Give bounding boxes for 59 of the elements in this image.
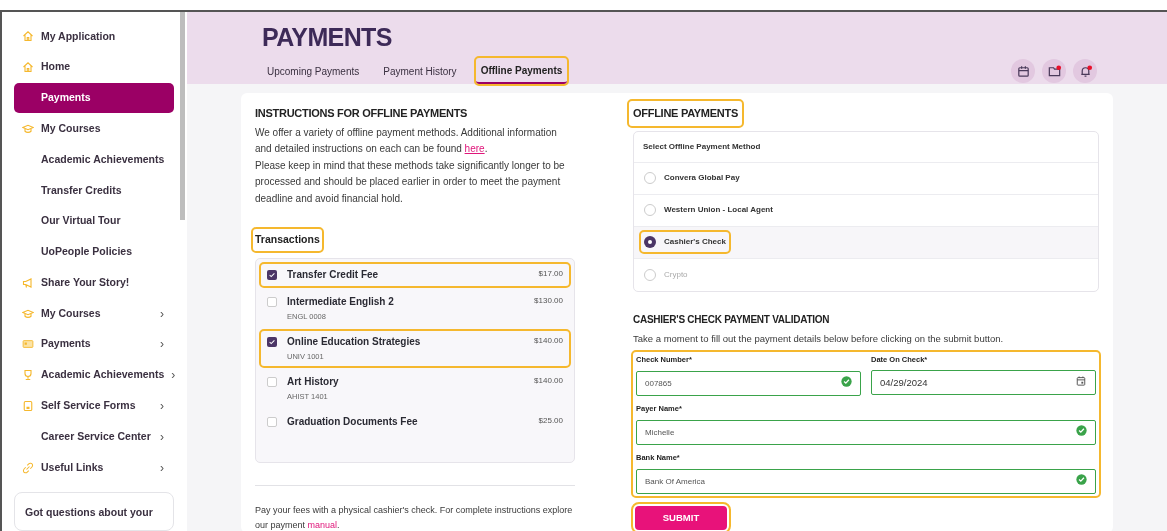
chevron-icon: › (160, 335, 166, 354)
sidebar-item[interactable]: My Courses (14, 113, 174, 145)
sidebar-item[interactable]: Academic Achievements (14, 144, 174, 175)
tab[interactable]: Payment History (378, 58, 462, 84)
amount: $140.00 (534, 374, 563, 387)
sidebar-item[interactable]: Transfer Credits (14, 175, 174, 206)
transaction-name: Art History (287, 374, 340, 389)
transaction-row[interactable]: Graduation Documents Fee $25.00 (261, 410, 569, 433)
option-label: Cashier's Check (664, 236, 726, 248)
panel-header: Select Offline Payment Method (634, 131, 1098, 163)
input-field[interactable]: 007865 (636, 370, 861, 396)
transaction-name: Transfer Credit Fee (287, 267, 380, 282)
sidebar-item[interactable]: My Application (14, 21, 174, 52)
input-field[interactable]: 04/29/2024 (871, 369, 1096, 395)
sidebar-item[interactable]: UoPeople Policies (14, 236, 174, 268)
description-text: Take a moment to fill out the payment details below before clicking on the submit button. (633, 331, 1005, 346)
chevron-icon: › (160, 304, 166, 323)
chevron-icon: › (160, 396, 166, 415)
help-card: Got questions about your (14, 491, 174, 531)
sidebar-item[interactable]: My Courses › (14, 298, 174, 329)
sidebar-item[interactable]: Home (14, 51, 174, 83)
section-heading: OFFLINE PAYMENTS (629, 101, 742, 126)
section-heading: INSTRUCTIONS FOR OFFLINE PAYMENTS (255, 106, 468, 121)
transactions-heading: Transactions (253, 229, 322, 251)
sidebar-item[interactable]: Academic Achievements › (14, 359, 174, 391)
sidebar-item[interactable]: Useful Links › (14, 452, 174, 483)
radio-option[interactable]: Cashier's Check (641, 232, 729, 252)
chevron-icon: › (171, 366, 178, 385)
section-heading: CASHIER'S CHECK PAYMENT VALIDATION (633, 312, 830, 327)
amount: $17.00 (538, 267, 563, 280)
sidebar-item[interactable]: Career Service Center › (14, 421, 174, 453)
chevron-icon: › (160, 427, 166, 446)
instructions-text: We offer a variety of offline payment methods. Additional information and detailed instructions on each can be found here. (255, 125, 558, 156)
sidebar-item[interactable]: Payments (14, 82, 174, 114)
page-title: PAYMENTS (262, 22, 392, 52)
radio-option[interactable]: Western Union - Local Agent (641, 200, 776, 220)
option-label: Convera Global Pay (664, 172, 740, 184)
input-field[interactable]: Bank Of America (636, 468, 1096, 494)
amount: $140.00 (534, 334, 563, 347)
radio-option[interactable]: Convera Global Pay (641, 168, 743, 188)
transaction-name: Graduation Documents Fee (287, 414, 419, 429)
input-field[interactable]: Michelle (636, 419, 1096, 445)
transaction-row[interactable]: Transfer Credit Fee $17.00 (261, 263, 569, 286)
tab[interactable]: Offline Payments (475, 58, 568, 84)
footer-text: Pay your fees with a physical cashier's check. For complete instructions explore our payment manual. (255, 504, 574, 531)
amount: $25.00 (538, 414, 563, 427)
chevron-icon: › (160, 458, 166, 477)
sidebar-item[interactable]: Share Your Story! (14, 267, 174, 299)
here-link[interactable]: here (464, 143, 485, 154)
tab[interactable]: Upcoming Payments (262, 58, 365, 84)
sidebar-item[interactable]: Self Service Forms › (14, 390, 174, 422)
option-label: Western Union - Local Agent (664, 204, 773, 216)
sidebar-item[interactable]: Payments › (14, 328, 174, 360)
transaction-name: Intermediate English 2 (287, 294, 395, 309)
transaction-name: Online Education Strategies (287, 334, 422, 349)
amount: $130.00 (534, 294, 563, 307)
instructions-text: Please keep in mind that these methods take significantly longer to be processed and should be placed earlier in order to meet the payment deadline and avoid financial hold. (255, 158, 566, 206)
option-label: Crypto (664, 268, 688, 281)
sidebar-item[interactable]: Our Virtual Tour (14, 205, 174, 237)
